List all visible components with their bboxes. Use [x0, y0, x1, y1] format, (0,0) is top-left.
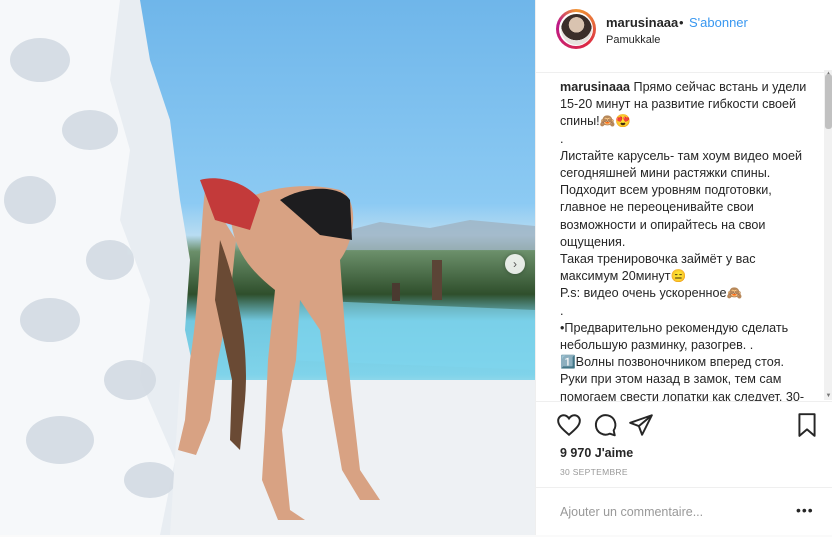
share-icon[interactable]: [628, 412, 654, 438]
comment-input[interactable]: [558, 501, 782, 523]
follow-button[interactable]: S'abonner: [689, 15, 748, 30]
bookmark-icon[interactable]: [794, 412, 820, 438]
instagram-post: › marusinaaa • S'abonner Pamukkale marus…: [0, 0, 832, 535]
likes-count[interactable]: 9 970 J'aime: [560, 446, 633, 460]
comment-icon[interactable]: [592, 412, 618, 438]
post-header: marusinaaa • S'abonner Pamukkale: [536, 0, 832, 73]
more-options-button[interactable]: •••: [796, 502, 814, 518]
avatar[interactable]: [556, 9, 596, 49]
caption-text: marusinaaa Прямо сейчас встань и удели 1…: [560, 79, 807, 401]
scroll-down-arrow[interactable]: ▼: [824, 392, 832, 400]
caption-username[interactable]: marusinaaa: [560, 80, 630, 94]
post-date[interactable]: 30 SEPTEMBRE: [560, 467, 628, 477]
separator-dot: •: [679, 15, 684, 30]
heart-icon[interactable]: [556, 412, 582, 438]
photo-illustration: [0, 0, 535, 535]
avatar-image: [560, 13, 592, 45]
caption-body: Прямо сейчас встань и удели 15-20 минут …: [560, 80, 807, 401]
carousel-next-button[interactable]: ›: [505, 254, 525, 274]
chevron-right-icon: ›: [513, 257, 517, 271]
caption-scrollbar[interactable]: ▲ ▼: [824, 70, 832, 400]
username-link[interactable]: marusinaaa: [606, 15, 678, 30]
location-link[interactable]: Pamukkale: [606, 34, 660, 46]
comment-area: •••: [536, 487, 832, 537]
post-photo[interactable]: ›: [0, 0, 535, 535]
scroll-thumb[interactable]: [825, 74, 832, 129]
avatar-ring: [559, 12, 593, 46]
post-sidebar: marusinaaa • S'abonner Pamukkale marusin…: [535, 0, 832, 535]
caption: marusinaaa Прямо сейчас встань и удели 1…: [536, 73, 832, 401]
action-bar: 9 970 J'aime 30 SEPTEMBRE •••: [536, 401, 832, 536]
